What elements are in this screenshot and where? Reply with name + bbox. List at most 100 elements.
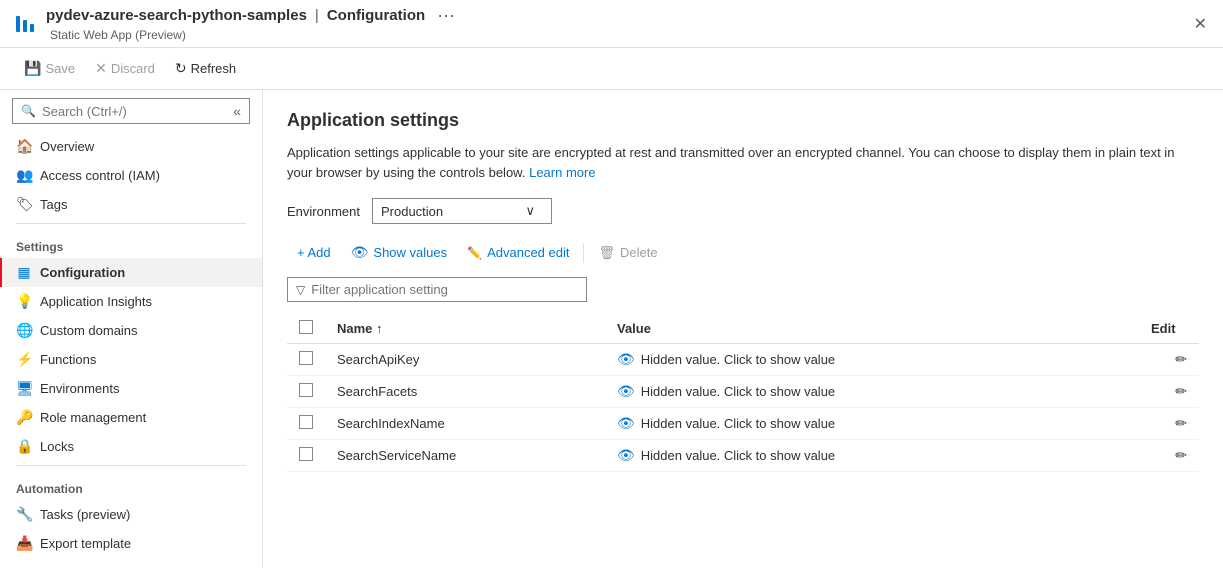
edit-pencil-icon[interactable]: ✏ bbox=[1175, 447, 1187, 463]
tags-icon: 🏷 bbox=[16, 196, 32, 213]
sidebar-item-configuration[interactable]: ▦ Configuration bbox=[0, 258, 262, 287]
hidden-value-container: 👁 Hidden value. Click to show value bbox=[617, 447, 1127, 464]
col-header-name: Name ↑ bbox=[325, 314, 605, 344]
application-insights-icon: 💡 bbox=[16, 293, 32, 310]
automation-section-label: Automation bbox=[0, 470, 262, 500]
select-all-checkbox[interactable] bbox=[299, 320, 313, 334]
content-page-title: Application settings bbox=[287, 110, 1199, 131]
header-separator: | bbox=[315, 7, 319, 24]
row-checkbox[interactable] bbox=[299, 415, 313, 429]
row-edit-cell: ✏ bbox=[1139, 376, 1199, 408]
row-checkbox[interactable] bbox=[299, 383, 313, 397]
table-row: SearchServiceName 👁 Hidden value. Click … bbox=[287, 440, 1199, 472]
content-description: Application settings applicable to your … bbox=[287, 143, 1187, 182]
environment-row: Environment Production ∨ bbox=[287, 198, 1199, 224]
refresh-icon: ↻ bbox=[175, 60, 187, 77]
tasks-icon: 🔧 bbox=[16, 506, 32, 523]
sidebar-item-access-control[interactable]: 👥 Access control (IAM) bbox=[0, 161, 262, 190]
row-edit-cell: ✏ bbox=[1139, 344, 1199, 376]
sidebar-item-label: Configuration bbox=[40, 265, 125, 280]
close-button[interactable]: ✕ bbox=[1194, 14, 1207, 34]
eye-icon[interactable]: 👁 bbox=[617, 447, 635, 464]
advanced-edit-button[interactable]: ✏️ Advanced edit bbox=[457, 241, 579, 264]
row-name: SearchIndexName bbox=[325, 408, 605, 440]
row-value: 👁 Hidden value. Click to show value bbox=[605, 440, 1139, 472]
eye-icon[interactable]: 👁 bbox=[617, 351, 635, 368]
sidebar-item-overview[interactable]: 🏠 Overview bbox=[0, 132, 262, 161]
environment-value: Production bbox=[381, 204, 443, 219]
sidebar-item-label: Custom domains bbox=[40, 323, 138, 338]
sidebar-item-locks[interactable]: 🔒 Locks bbox=[0, 432, 262, 461]
app-name: pydev-azure-search-python-samples bbox=[46, 7, 307, 24]
pencil-icon: ✏️ bbox=[467, 246, 482, 260]
row-name: SearchServiceName bbox=[325, 440, 605, 472]
edit-pencil-icon[interactable]: ✏ bbox=[1175, 415, 1187, 431]
hidden-value-text: Hidden value. Click to show value bbox=[641, 448, 835, 463]
sidebar-item-tags[interactable]: 🏷 Tags bbox=[0, 190, 262, 219]
eye-icon[interactable]: 👁 bbox=[617, 415, 635, 432]
environment-dropdown[interactable]: Production ∨ bbox=[372, 198, 552, 224]
refresh-button[interactable]: ↻ Refresh bbox=[167, 56, 244, 81]
search-box[interactable]: 🔍 « bbox=[12, 98, 250, 124]
export-template-icon: 📥 bbox=[16, 535, 32, 552]
col-header-value: Value bbox=[605, 314, 1139, 344]
chevron-down-icon: ∨ bbox=[525, 203, 535, 219]
hidden-value-text: Hidden value. Click to show value bbox=[641, 384, 835, 399]
collapse-icon[interactable]: « bbox=[233, 103, 241, 119]
sidebar-item-role-management[interactable]: 🔑 Role management bbox=[0, 403, 262, 432]
filter-box[interactable]: ▽ bbox=[287, 277, 587, 302]
refresh-label: Refresh bbox=[191, 61, 237, 76]
row-name: SearchFacets bbox=[325, 376, 605, 408]
delete-button[interactable]: 🗑 Delete bbox=[588, 241, 667, 265]
hidden-value-container: 👁 Hidden value. Click to show value bbox=[617, 383, 1127, 400]
sidebar-item-environments[interactable]: 🖥 Environments bbox=[0, 374, 262, 403]
row-edit-cell: ✏ bbox=[1139, 440, 1199, 472]
col-header-edit: Edit bbox=[1139, 314, 1199, 344]
sidebar-item-application-insights[interactable]: 💡 Application Insights bbox=[0, 287, 262, 316]
select-all-cell bbox=[287, 314, 325, 344]
header-titles: pydev-azure-search-python-samples | Conf… bbox=[46, 5, 455, 42]
row-checkbox[interactable] bbox=[299, 447, 313, 461]
sidebar-item-label: Role management bbox=[40, 410, 146, 425]
learn-more-link[interactable]: Learn more bbox=[529, 165, 595, 180]
environment-label: Environment bbox=[287, 204, 360, 219]
action-separator bbox=[583, 243, 584, 263]
edit-pencil-icon[interactable]: ✏ bbox=[1175, 351, 1187, 367]
sidebar: 🔍 « 🏠 Overview 👥 Access control (IAM) 🏷 … bbox=[0, 90, 263, 568]
show-values-button[interactable]: 👁 Show values bbox=[341, 240, 458, 265]
sidebar-item-functions[interactable]: ⚡ Functions bbox=[0, 345, 262, 374]
show-values-label: Show values bbox=[373, 245, 447, 260]
app-header: pydev-azure-search-python-samples | Conf… bbox=[0, 0, 1223, 48]
sidebar-item-label: Tasks (preview) bbox=[40, 507, 130, 522]
main-layout: 🔍 « 🏠 Overview 👥 Access control (IAM) 🏷 … bbox=[0, 90, 1223, 568]
search-input[interactable] bbox=[42, 104, 229, 119]
content-area: Application settings Application setting… bbox=[263, 90, 1223, 568]
more-options-icon[interactable]: ··· bbox=[437, 5, 455, 26]
sidebar-item-tasks[interactable]: 🔧 Tasks (preview) bbox=[0, 500, 262, 529]
settings-section-label: Settings bbox=[0, 228, 262, 258]
add-button[interactable]: + Add bbox=[287, 241, 341, 264]
advanced-edit-label: Advanced edit bbox=[487, 245, 569, 260]
edit-pencil-icon[interactable]: ✏ bbox=[1175, 383, 1187, 399]
configuration-icon: ▦ bbox=[16, 264, 32, 281]
col-name-label: Name bbox=[337, 321, 372, 336]
sidebar-item-label: Locks bbox=[40, 439, 74, 454]
table-row: SearchIndexName 👁 Hidden value. Click to… bbox=[287, 408, 1199, 440]
eye-icon[interactable]: 👁 bbox=[617, 383, 635, 400]
filter-icon: ▽ bbox=[296, 283, 305, 297]
sort-icon[interactable]: ↑ bbox=[376, 321, 383, 336]
save-button[interactable]: 💾 Save bbox=[16, 56, 83, 81]
row-checkbox-cell bbox=[287, 376, 325, 408]
sidebar-divider bbox=[16, 223, 246, 224]
row-checkbox-cell bbox=[287, 408, 325, 440]
row-value: 👁 Hidden value. Click to show value bbox=[605, 408, 1139, 440]
sidebar-item-export-template[interactable]: 📥 Export template bbox=[0, 529, 262, 558]
row-checkbox[interactable] bbox=[299, 351, 313, 365]
row-edit-cell: ✏ bbox=[1139, 408, 1199, 440]
hidden-value-text: Hidden value. Click to show value bbox=[641, 416, 835, 431]
discard-button[interactable]: ✕ Discard bbox=[87, 56, 163, 81]
row-checkbox-cell bbox=[287, 440, 325, 472]
hidden-value-text: Hidden value. Click to show value bbox=[641, 352, 835, 367]
filter-input[interactable] bbox=[311, 282, 578, 297]
sidebar-item-custom-domains[interactable]: 🌐 Custom domains bbox=[0, 316, 262, 345]
